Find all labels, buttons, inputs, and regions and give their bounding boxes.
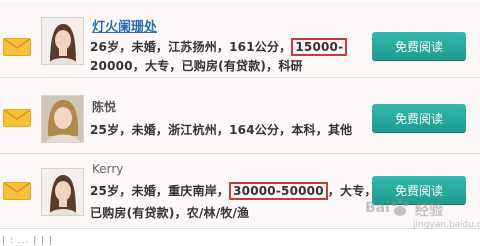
profile-details: 25岁，未婚，重庆南岸， 30000-50000 ，大专， (90, 182, 377, 200)
mail-icon[interactable] (3, 109, 31, 127)
watermark-url: jingyan.baidu.com (413, 220, 480, 230)
avatar[interactable] (41, 168, 84, 216)
profile-row: 陈悦 25岁，未婚，浙江杭州，164公分，本科，其他 免费阅读 (0, 78, 480, 154)
profile-name[interactable]: 灯火阑珊处 (92, 16, 157, 35)
profile-details-line2: 已购房(有贷款)，农/林/牧/渔 (90, 206, 250, 220)
profile-row: 灯火阑珊处 26岁，未婚，江苏扬州，161公分， 15000- 20000，大专，… (0, 2, 480, 78)
avatar[interactable] (41, 95, 84, 143)
profile-details-line2: 20000，大专，已购房(有贷款)，科研 (90, 59, 303, 73)
profile-details: 26岁，未婚，江苏扬州，161公分， 15000- (90, 38, 348, 56)
free-read-button[interactable]: 免费阅读 (372, 32, 466, 60)
profile-details: 25岁，未婚，浙江杭州，164公分，本科，其他 (90, 123, 353, 137)
mail-icon[interactable] (3, 38, 31, 56)
watermark-brand-right: 经验 (415, 203, 443, 219)
mail-icon[interactable] (3, 182, 31, 200)
watermark: Bai 经验 jingyan.baidu.com (363, 196, 480, 236)
avatar[interactable] (41, 17, 84, 65)
profile-name[interactable]: 陈悦 (92, 98, 116, 115)
profile-name[interactable]: Kerry (92, 162, 123, 176)
income-highlight: 15000- (291, 38, 348, 56)
paw-icon (389, 198, 411, 222)
profile-details-text: 26岁，未婚，江苏扬州，161公分， (90, 40, 292, 54)
income-highlight: 30000-50000 (229, 182, 328, 200)
profile-details-text: 25岁，未婚，重庆南岸， (90, 184, 230, 198)
watermark-brand-left: Bai (365, 200, 390, 216)
free-read-button[interactable]: 免费阅读 (372, 104, 466, 132)
